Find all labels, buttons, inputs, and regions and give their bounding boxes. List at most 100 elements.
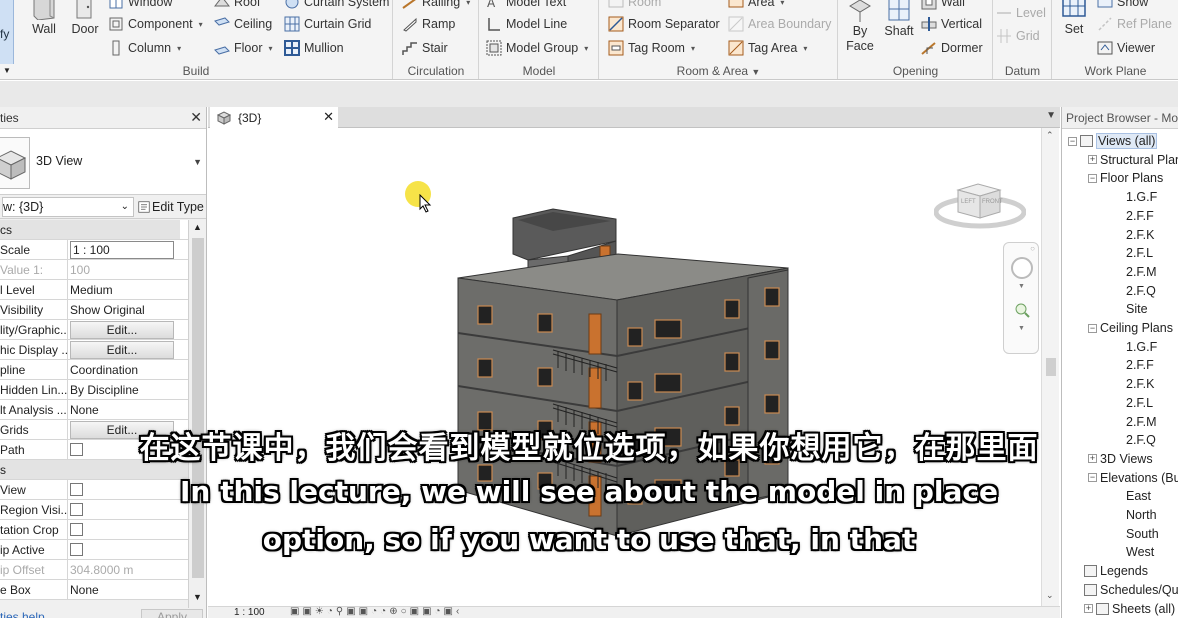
model-text-button[interactable]: A Model Text bbox=[486, 0, 566, 10]
tag-room-button[interactable]: Tag Room ▾ bbox=[608, 40, 695, 56]
room-separator-button[interactable]: Room Separator bbox=[608, 16, 720, 32]
properties-help-link[interactable]: ties help bbox=[0, 610, 45, 618]
property-value[interactable]: Show Original bbox=[68, 300, 188, 319]
graphics-section[interactable]: cs bbox=[0, 220, 188, 240]
tree-ceiling-plan-item[interactable]: 2.F.K bbox=[1126, 375, 1155, 393]
property-row[interactable]: Scale 1 : 100 bbox=[0, 240, 188, 260]
view-control-icons[interactable]: ▣▣☀◔⚲▣▣◔◔⊕○▣▣◔▣‹ bbox=[290, 606, 462, 617]
chevron-down-icon[interactable]: ▼ bbox=[1018, 283, 1025, 290]
set-button[interactable]: Set bbox=[1059, 0, 1089, 36]
close-tab-icon[interactable]: ✕ bbox=[323, 109, 334, 125]
viewer-button[interactable]: Viewer bbox=[1097, 40, 1155, 56]
tree-structural-plans[interactable]: + Structural Plan bbox=[1088, 151, 1178, 169]
expand-icon[interactable]: + bbox=[1088, 155, 1097, 165]
viewcube[interactable]: LEFT FRONT bbox=[933, 178, 1027, 232]
tree-floor-plan-item[interactable]: 2.F.L bbox=[1126, 244, 1153, 262]
tree-ceiling-plan-item[interactable]: 2.F.L bbox=[1126, 394, 1153, 412]
property-value[interactable]: Edit... bbox=[68, 320, 188, 339]
property-row[interactable]: lt Analysis ... None bbox=[0, 400, 188, 420]
property-value[interactable]: 304.8000 m bbox=[68, 560, 188, 579]
type-selector[interactable]: 3D View ▼ bbox=[0, 129, 206, 195]
view-scale[interactable]: 1 : 100 bbox=[234, 607, 265, 618]
tree-ceiling-plan-item[interactable]: 1.G.F bbox=[1126, 338, 1157, 356]
show-button[interactable]: Show bbox=[1097, 0, 1148, 10]
tab-3d-view[interactable]: {3D} ✕ bbox=[210, 107, 338, 128]
property-value[interactable]: Medium bbox=[68, 280, 188, 299]
property-value[interactable]: 100 bbox=[68, 260, 188, 279]
property-row[interactable]: hic Display ... Edit... bbox=[0, 340, 188, 360]
curtain-grid-button[interactable]: Curtain Grid bbox=[284, 16, 371, 32]
dormer-button[interactable]: Dormer bbox=[921, 40, 983, 56]
chevron-down-icon[interactable]: ▼ bbox=[193, 157, 202, 167]
ceiling-button[interactable]: Ceiling bbox=[214, 16, 272, 32]
wall-button[interactable]: Wall bbox=[28, 0, 60, 36]
scroll-up-icon[interactable]: ▲ bbox=[193, 222, 202, 232]
zoom-region-icon[interactable] bbox=[1013, 301, 1031, 319]
property-row[interactable]: Hidden Lin... By Discipline bbox=[0, 380, 188, 400]
chevron-down-icon[interactable]: ▼ bbox=[1018, 325, 1025, 332]
tree-sheets[interactable]: + Sheets (all) bbox=[1084, 600, 1175, 618]
model-group-button[interactable]: Model Group ▾ bbox=[486, 40, 588, 56]
stair-button[interactable]: Stair bbox=[402, 40, 448, 56]
property-value[interactable]: None bbox=[68, 580, 188, 599]
value-field[interactable]: 1 : 100 bbox=[70, 241, 174, 259]
collapse-icon[interactable]: − bbox=[1088, 323, 1097, 333]
ref-plane-button[interactable]: Ref Plane bbox=[1097, 16, 1172, 32]
viewcube-front-face[interactable]: FRONT bbox=[982, 199, 1003, 205]
close-navbar-icon[interactable]: ○ bbox=[1030, 244, 1035, 253]
property-row[interactable]: Visibility Show Original bbox=[0, 300, 188, 320]
door-button[interactable]: Door bbox=[68, 0, 102, 36]
edit-button[interactable]: Edit... bbox=[70, 321, 174, 339]
steering-wheel-icon[interactable] bbox=[1011, 257, 1033, 279]
tree-floor-plan-item[interactable]: 2.F.Q bbox=[1126, 282, 1156, 300]
shaft-button[interactable]: Shaft bbox=[881, 0, 917, 38]
property-row[interactable]: l Level Medium bbox=[0, 280, 188, 300]
expand-icon[interactable]: + bbox=[1084, 604, 1093, 613]
scroll-down-icon[interactable]: ⌄ bbox=[1046, 590, 1054, 601]
collapse-icon[interactable]: − bbox=[1068, 136, 1077, 146]
edit-button[interactable]: Edit... bbox=[70, 341, 174, 359]
property-value[interactable]: By Discipline bbox=[68, 380, 188, 399]
level-button[interactable]: Level bbox=[996, 5, 1046, 21]
scroll-up-icon[interactable]: ⌃ bbox=[1046, 130, 1054, 141]
railing-button[interactable]: Railing ▾ bbox=[402, 0, 470, 10]
roof-button[interactable]: Roof bbox=[214, 0, 260, 10]
collapse-icon[interactable]: − bbox=[1088, 173, 1097, 183]
property-row[interactable]: e Box None bbox=[0, 580, 188, 600]
close-icon[interactable]: ✕ bbox=[190, 109, 202, 126]
apply-button[interactable]: Apply bbox=[141, 609, 203, 618]
property-row[interactable]: ip Offset 304.8000 m bbox=[0, 560, 188, 580]
property-row[interactable]: pline Coordination bbox=[0, 360, 188, 380]
viewcube-left-face[interactable]: LEFT bbox=[961, 199, 976, 205]
tree-floor-plan-item[interactable]: 2.F.K bbox=[1126, 226, 1155, 244]
tree-elevation-item[interactable]: North bbox=[1126, 506, 1157, 524]
tree-legends[interactable]: Legends bbox=[1084, 562, 1148, 580]
tree-floor-plan-item[interactable]: 2.F.F bbox=[1126, 207, 1154, 225]
tree-views-all[interactable]: − Views (all) bbox=[1068, 132, 1158, 150]
floor-button[interactable]: Floor ▾ bbox=[214, 40, 273, 56]
property-value[interactable]: None bbox=[68, 400, 188, 419]
edit-type-button[interactable]: Edit Type bbox=[138, 200, 204, 214]
tree-ceiling-plan-item[interactable]: 2.F.F bbox=[1126, 356, 1154, 374]
scroll-thumb[interactable] bbox=[1046, 358, 1056, 376]
column-button[interactable]: Column ▾ bbox=[108, 40, 181, 56]
component-button[interactable]: Component ▾ bbox=[108, 16, 203, 32]
grid-button[interactable]: Grid bbox=[996, 28, 1040, 44]
room-button[interactable]: Room bbox=[608, 0, 661, 10]
area-boundary-button[interactable]: Area Boundary bbox=[728, 16, 831, 32]
room-area-panel-title[interactable]: Room & Area ▼ bbox=[600, 64, 837, 78]
tree-floor-plans[interactable]: − Floor Plans bbox=[1088, 169, 1163, 187]
ramp-button[interactable]: Ramp bbox=[402, 16, 455, 32]
vertical-opening-button[interactable]: Vertical bbox=[921, 16, 982, 32]
wall-opening-button[interactable]: Wall bbox=[921, 0, 965, 10]
instance-selector[interactable]: w: {3D} ⌄ bbox=[2, 196, 134, 217]
by-face-button[interactable]: By Face bbox=[843, 0, 877, 54]
property-value[interactable]: Coordination bbox=[68, 360, 188, 379]
property-row[interactable]: Value 1: 100 bbox=[0, 260, 188, 280]
curtain-system-button[interactable]: Curtain System bbox=[284, 0, 389, 10]
property-value[interactable]: 1 : 100 bbox=[68, 240, 188, 259]
tree-schedules[interactable]: Schedules/Qu bbox=[1084, 581, 1178, 599]
tab-menu-icon[interactable]: ▼ bbox=[1046, 110, 1056, 121]
modify-button[interactable]: fy ▼ bbox=[0, 0, 14, 75]
tree-floor-plan-item[interactable]: 1.G.F bbox=[1126, 188, 1157, 206]
